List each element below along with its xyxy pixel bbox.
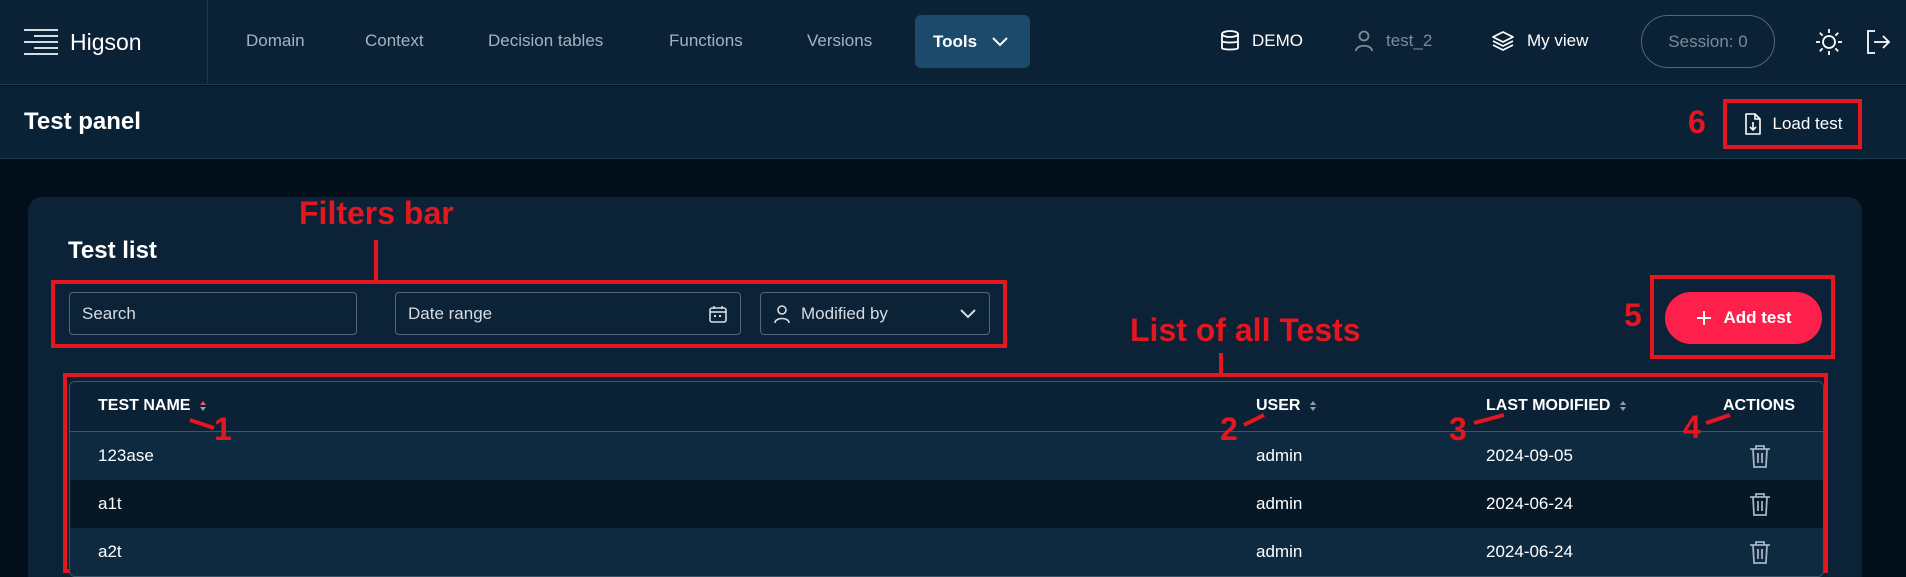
annotation-2: 2: [1220, 411, 1238, 447]
session-button[interactable]: Session: 0: [1641, 15, 1775, 68]
logo-icon: [24, 27, 58, 57]
annotation-3: 3: [1449, 411, 1467, 447]
annotation-filters-bar: Filters bar: [299, 195, 454, 231]
chevron-down-icon: [992, 36, 1008, 46]
annotation-line: [374, 240, 378, 280]
database-icon: [1221, 30, 1239, 51]
annotation-line: [1219, 353, 1223, 373]
calendar-icon: [709, 305, 727, 323]
load-test-label: Load test: [1772, 114, 1843, 133]
table-row[interactable]: a1t admin 2024-06-24: [70, 480, 1823, 528]
cell-test-name: a1t: [98, 494, 122, 513]
nav-item-versions[interactable]: Versions: [807, 28, 872, 54]
load-test-button[interactable]: Load test: [1723, 99, 1862, 149]
tests-table: TEST NAME USER LAST MODIFIED ACTIONS 123…: [69, 381, 1824, 577]
add-test-button[interactable]: Add test: [1665, 292, 1822, 344]
annotation-list-of-tests: List of all Tests: [1130, 312, 1361, 348]
logo[interactable]: Higson: [24, 24, 184, 60]
annotation-5: 5: [1624, 297, 1642, 333]
annotation-4: 4: [1683, 409, 1701, 445]
sort-icon: [1620, 401, 1627, 411]
user-icon: [774, 304, 790, 323]
sun-icon[interactable]: [1815, 28, 1843, 56]
nav-item-functions[interactable]: Functions: [669, 28, 743, 54]
annotation-arrow: [1705, 413, 1731, 425]
logout-icon[interactable]: [1864, 28, 1892, 56]
cell-user: admin: [1256, 494, 1303, 513]
view-selector[interactable]: My view: [1491, 27, 1588, 55]
table-header: TEST NAME USER LAST MODIFIED ACTIONS: [70, 382, 1823, 432]
environment-label: DEMO: [1252, 31, 1303, 50]
user-icon: [1355, 30, 1373, 52]
view-label: My view: [1527, 31, 1589, 50]
nav-item-decision-tables[interactable]: Decision tables: [488, 28, 603, 54]
table-row[interactable]: a2t admin 2024-06-24: [70, 528, 1823, 576]
annotation-arrow: [1243, 413, 1265, 427]
sort-icon: [1310, 401, 1317, 411]
file-import-icon: [1744, 113, 1761, 135]
layers-icon: [1492, 31, 1514, 51]
search-input[interactable]: [69, 292, 357, 335]
cell-last-modified: 2024-06-24: [1486, 542, 1573, 561]
cell-last-modified: 2024-06-24: [1486, 494, 1573, 513]
annotation-arrow: [1473, 413, 1505, 425]
add-test-label: Add test: [1723, 308, 1792, 327]
modified-by-label: Modified by: [801, 303, 888, 323]
nav-item-domain[interactable]: Domain: [246, 28, 305, 54]
user-label: test_2: [1386, 31, 1433, 50]
date-range-label: Date range: [408, 303, 493, 323]
trash-icon[interactable]: [1746, 538, 1774, 566]
table-row[interactable]: 123ase admin 2024-09-05: [70, 432, 1823, 480]
environment-selector[interactable]: DEMO: [1220, 27, 1303, 55]
chevron-down-icon: [960, 308, 976, 318]
page-title: Test panel: [24, 108, 141, 135]
cell-user: admin: [1256, 542, 1303, 561]
annotation-6: 6: [1688, 104, 1706, 140]
date-range-picker[interactable]: Date range: [395, 292, 741, 335]
page-header: Test panel: [0, 86, 1906, 159]
cell-last-modified: 2024-09-05: [1486, 446, 1573, 465]
logo-text: Higson: [70, 28, 142, 55]
user-menu[interactable]: test_2: [1354, 27, 1432, 55]
plus-icon: [1696, 311, 1711, 325]
cell-user: admin: [1256, 446, 1303, 465]
sort-icon: [200, 401, 207, 411]
cell-test-name: a2t: [98, 542, 122, 561]
nav-tools-label: Tools: [933, 31, 978, 51]
cell-test-name: 123ase: [98, 446, 154, 465]
top-navigation-bar: Higson Domain Context Decision tables Fu…: [0, 0, 1906, 85]
trash-icon[interactable]: [1746, 490, 1774, 518]
nav-item-tools[interactable]: Tools: [915, 15, 1030, 68]
card-title: Test list: [68, 237, 157, 264]
nav-item-context[interactable]: Context: [365, 28, 424, 54]
modified-by-select[interactable]: Modified by: [760, 292, 990, 335]
logo-divider: [207, 0, 208, 85]
annotation-arrow: [189, 418, 215, 430]
column-header-test-name[interactable]: TEST NAME: [98, 397, 207, 415]
trash-icon[interactable]: [1746, 442, 1774, 470]
